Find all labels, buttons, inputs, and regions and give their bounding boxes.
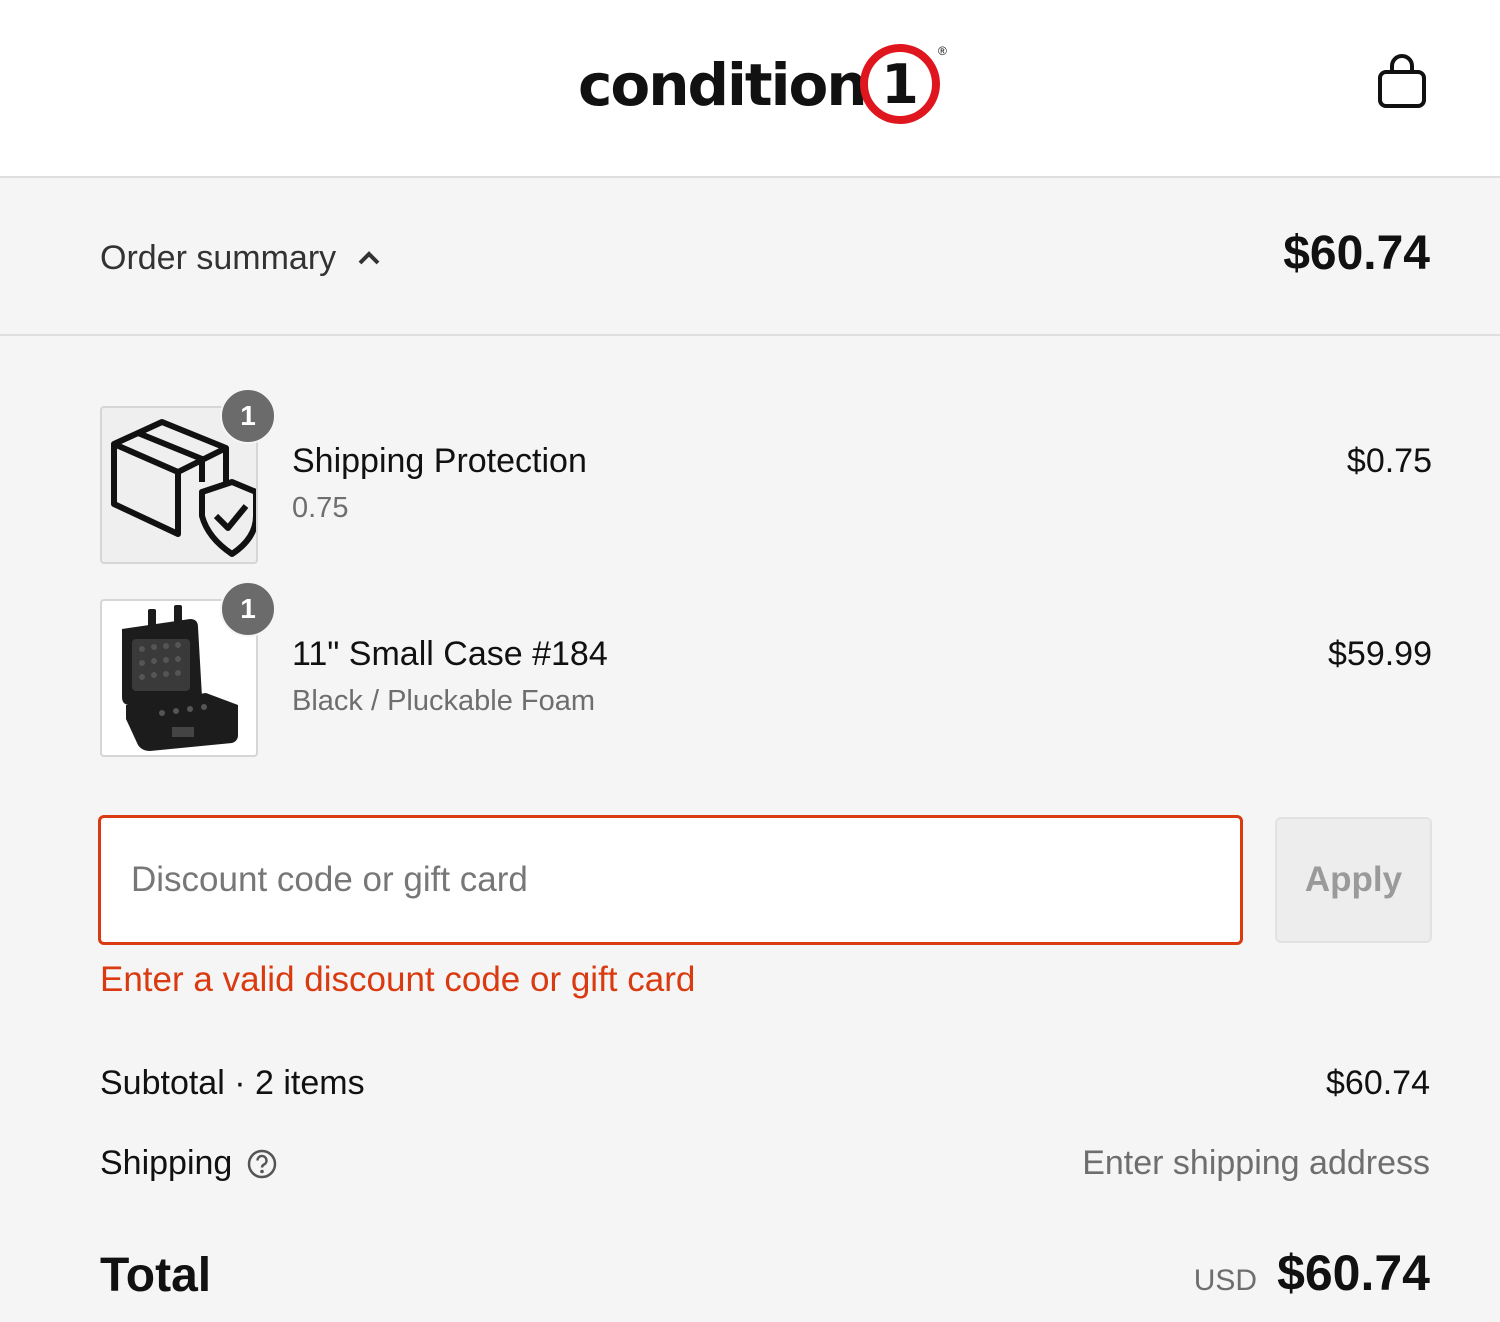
total-label: Total [100, 1249, 212, 1302]
logo-circle-mark: 1 [858, 42, 942, 126]
shipping-label-wrap: Shipping [100, 1144, 278, 1183]
item-price: $0.75 [1346, 442, 1432, 480]
logo-wordmark: condition [578, 51, 868, 119]
condition1-logo[interactable]: condition 1 ® [578, 40, 958, 130]
apply-button[interactable]: Apply [1275, 817, 1432, 943]
site-header: condition 1 ® [0, 0, 1500, 178]
shipping-value: Enter shipping address [1082, 1144, 1430, 1182]
order-summary-total: $60.74 [1283, 227, 1430, 280]
quantity-badge: 1 [220, 581, 276, 637]
total-amount-wrap: USD $60.74 [1194, 1244, 1430, 1302]
order-summary-label: Order summary [100, 238, 337, 277]
discount-code-input[interactable] [98, 815, 1243, 945]
quantity-badge: 1 [220, 388, 276, 444]
line-item: 1 11" Small Case #184 Black / Pluckable … [100, 581, 1432, 757]
item-name: 11" Small Case #184 [292, 635, 608, 673]
subtotal-label: Subtotal · 2 items [100, 1064, 365, 1102]
item-price: $59.99 [1328, 635, 1432, 673]
registered-mark: ® [938, 44, 947, 58]
shipping-label: Shipping [100, 1144, 233, 1182]
subtotal-label-wrap: Subtotal · 2 items [100, 1064, 365, 1103]
subtotal-value: $60.74 [1326, 1064, 1430, 1102]
order-summary-bar: Order summary $60.74 [0, 180, 1500, 336]
logo-number: 1 [881, 52, 919, 116]
shopping-bag-icon[interactable] [1374, 52, 1430, 112]
item-name: Shipping Protection [292, 442, 587, 480]
chevron-up-icon [356, 248, 382, 268]
item-variant: Black / Pluckable Foam [292, 685, 596, 717]
order-summary-toggle[interactable]: Order summary [100, 236, 382, 280]
item-variant: 0.75 [292, 492, 349, 524]
question-circle-icon[interactable] [246, 1148, 278, 1180]
line-item: 1 Shipping Protection 0.75 $0.75 [100, 388, 1432, 564]
currency-code: USD [1193, 1264, 1258, 1297]
total-amount: $60.74 [1277, 1245, 1430, 1301]
discount-error-message: Enter a valid discount code or gift card [100, 960, 696, 999]
